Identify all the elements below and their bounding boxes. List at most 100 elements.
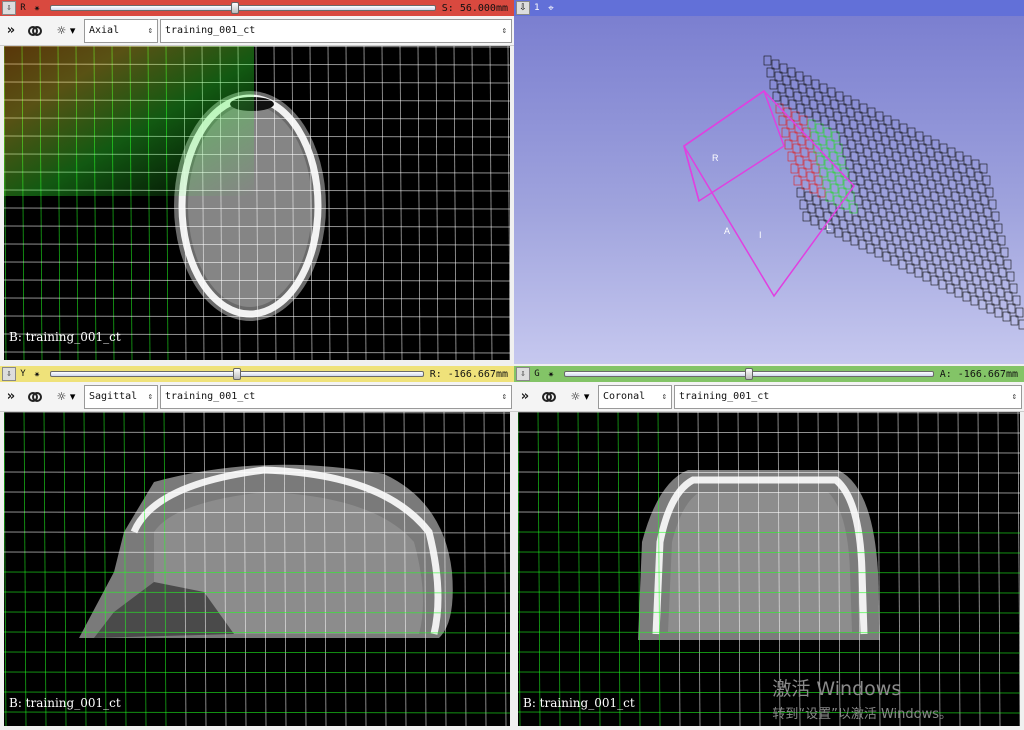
grid-line	[43, 412, 47, 726]
gear-icon[interactable]: ✷	[30, 3, 44, 14]
pin-icon[interactable]: ⇩	[2, 1, 16, 15]
grid-cell	[860, 219, 869, 230]
grid-cell	[973, 223, 982, 234]
grid-cell	[897, 143, 906, 154]
gear-icon[interactable]: ✷	[30, 369, 44, 380]
grid-cell	[926, 147, 935, 158]
grid-line	[4, 243, 510, 246]
orientation-select[interactable]: Sagittal ⇕	[84, 384, 158, 409]
chevron-double-right-icon[interactable]: »	[0, 23, 22, 38]
grid-cell	[807, 203, 816, 214]
spin-arrows-icon: ⇕	[661, 391, 667, 402]
slider-thumb[interactable]	[231, 2, 240, 14]
grid-cell	[834, 227, 843, 238]
eye-icon[interactable]: ☼ ▾	[562, 390, 598, 403]
chevron-double-right-icon[interactable]: »	[514, 389, 536, 404]
grid-cell	[945, 167, 954, 178]
grid-cell	[871, 151, 880, 162]
grid-cell	[852, 131, 861, 142]
grid-cell	[947, 147, 956, 158]
eye-icon[interactable]: ☼ ▾	[48, 24, 84, 37]
grid-line	[507, 46, 510, 360]
grid-cell	[883, 115, 892, 126]
slider-thumb[interactable]	[744, 368, 753, 380]
axial-image-view[interactable]: B: training_001_ct	[4, 46, 510, 360]
grid-cell	[828, 119, 837, 130]
grid-cell	[998, 267, 1007, 278]
chevron-double-right-icon[interactable]: »	[0, 389, 22, 404]
grid-cell	[818, 135, 827, 146]
grid-cell	[1009, 283, 1018, 294]
grid-cell	[929, 159, 938, 170]
grid-cell	[972, 275, 981, 286]
grid-cell	[943, 271, 952, 282]
grid-cell	[1004, 291, 1013, 302]
orientation-select[interactable]: Axial ⇕	[84, 18, 158, 43]
grid-cell	[843, 95, 852, 106]
grid-cell	[841, 115, 850, 126]
link-icon[interactable]	[22, 388, 48, 406]
green-view-label: G	[534, 369, 540, 379]
grid-cell	[774, 71, 783, 82]
grid-cell	[921, 155, 930, 166]
grid-cell	[870, 203, 879, 214]
pin-icon[interactable]: ⇩	[2, 367, 16, 381]
grid-cell	[781, 127, 790, 138]
grid-cell	[889, 223, 898, 234]
3d-render[interactable]: R A I L	[514, 16, 1024, 364]
windows-activation-watermark: 激活 Windows 转到“设置”以激活 Windows。	[772, 674, 952, 722]
red-offset-slider[interactable]	[50, 2, 436, 14]
spin-arrows-icon: ⇕	[147, 391, 153, 402]
grid-cell	[861, 167, 870, 178]
grid-cell	[944, 219, 953, 230]
grid-cell	[791, 111, 800, 122]
spin-arrows-icon: ⇕	[147, 25, 153, 36]
volume-select[interactable]: training_001_ct ⇕	[160, 18, 512, 43]
grid-cell	[787, 151, 796, 162]
volume-select[interactable]: training_001_ct ⇕	[160, 384, 512, 409]
grid-line	[637, 412, 641, 726]
grid-cell	[833, 195, 842, 206]
gear-icon[interactable]: ✷	[544, 369, 558, 380]
grid-cell	[1003, 259, 1012, 270]
orientation-value: Axial	[89, 25, 120, 36]
grid-cell	[858, 239, 867, 250]
grid-line	[597, 412, 601, 726]
grid-cell	[810, 131, 819, 142]
grid-cell	[980, 195, 989, 206]
grid-cell	[970, 211, 979, 222]
grid-cell	[997, 235, 1006, 246]
grid-line	[103, 412, 107, 726]
grid-cell	[872, 183, 881, 194]
grid-line	[4, 451, 510, 454]
pin-icon[interactable]: ⇩	[516, 367, 530, 381]
yellow-offset-slider[interactable]	[50, 368, 424, 380]
slider-thumb[interactable]	[232, 368, 241, 380]
grid-cell	[900, 239, 909, 250]
grid-cell	[878, 123, 887, 134]
spin-arrows-icon: ⇕	[1011, 391, 1017, 402]
grid-cell	[937, 247, 946, 258]
volume-select[interactable]: training_001_ct ⇕	[674, 384, 1022, 409]
grid-cell	[792, 143, 801, 154]
grid-cell	[875, 195, 884, 206]
eye-icon[interactable]: ☼ ▾	[48, 390, 84, 403]
grid-cell	[886, 211, 895, 222]
gear-icon[interactable]: ⌖	[544, 3, 558, 14]
grid-cell	[788, 99, 797, 110]
grid-cell	[953, 171, 962, 182]
grid-cell	[849, 203, 858, 214]
green-offset-slider[interactable]	[564, 368, 934, 380]
link-icon[interactable]	[536, 388, 562, 406]
link-icon[interactable]	[22, 22, 48, 40]
grid-cell	[846, 107, 855, 118]
grid-cell	[888, 191, 897, 202]
pin-icon[interactable]: ⇩	[516, 1, 530, 15]
grid-cell	[810, 215, 819, 226]
grid-cell	[956, 183, 965, 194]
sagittal-image-view[interactable]: B: training_001_ct	[4, 412, 510, 726]
grid-cell	[899, 207, 908, 218]
grid-cell	[887, 159, 896, 170]
orientation-select[interactable]: Coronal ⇕	[598, 384, 672, 409]
grid-cell	[986, 303, 995, 314]
